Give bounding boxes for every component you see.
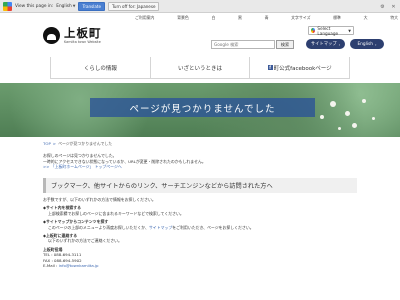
- select-language-dropdown[interactable]: Select Language ▼: [308, 25, 354, 36]
- nav-item-label: 町公式facebookページ: [273, 65, 332, 72]
- utility-label-fontsize: 文字サイズ: [291, 15, 311, 20]
- translate-bar: View this page in: English ▼ Translate T…: [0, 0, 400, 13]
- search-input[interactable]: Google 検索: [211, 40, 275, 49]
- sitemap-link[interactable]: サイトマップ: [149, 225, 172, 230]
- site-logo[interactable]: 上板町 Kamiita town Website: [43, 27, 102, 44]
- breadcrumb: TOP > ページが見つかりませんでした: [43, 141, 112, 147]
- page-title: ページが見つかりませんでした: [129, 103, 276, 115]
- flower-decoration: [362, 99, 366, 103]
- google-logo-icon: [3, 1, 12, 11]
- utility-size-large[interactable]: 大: [364, 15, 368, 21]
- logo-title: 上板町: [64, 26, 102, 40]
- hero-title-band: ページが見つかりませんでした: [90, 98, 315, 117]
- utility-label-bgcolor: 背景色: [177, 15, 189, 20]
- nav-item-label: くらしの情報: [83, 65, 117, 72]
- chevron-down-icon: ▼: [348, 28, 351, 33]
- flower-decoration: [330, 101, 336, 107]
- utility-link-guide[interactable]: ご利用案内: [135, 15, 154, 21]
- top-page-link[interactable]: トップページへ: [95, 164, 122, 169]
- flower-decoration: [338, 127, 341, 130]
- nav-item-label: いざというときは: [178, 65, 223, 72]
- breadcrumb-separator: >: [52, 141, 57, 146]
- breadcrumb-current: ページが見つかりませんでした: [58, 141, 113, 146]
- search-button[interactable]: 検索: [276, 40, 294, 49]
- utility-size-normal[interactable]: 標準: [333, 15, 341, 21]
- arrow-right-icon: ›: [338, 41, 341, 47]
- hero-banner: ページが見つかりませんでした: [0, 83, 400, 137]
- flower-decoration: [372, 117, 375, 120]
- utility-color-white[interactable]: 白: [211, 15, 215, 21]
- sitemap-text-before: このページの上部のメニューより再度お探しいただくか、: [48, 224, 149, 230]
- chevron-down-icon: ▼: [72, 4, 76, 8]
- nav-item-facebook[interactable]: f 町公式facebookページ: [249, 57, 351, 79]
- sitemap-text-after: をご利用いただき、ページをお探しください。: [172, 224, 254, 230]
- utility-color-black[interactable]: 黒: [238, 15, 242, 21]
- contact-email-link[interactable]: info@townkamiita.jp: [59, 263, 99, 268]
- main-nav: くらしの情報 いざというときは f 町公式facebookページ: [50, 57, 351, 79]
- nav-item-living[interactable]: くらしの情報: [50, 57, 150, 79]
- gear-icon[interactable]: ⚙: [378, 2, 387, 11]
- home-link[interactable]: 上板町ホームページ: [55, 164, 90, 169]
- flower-decoration: [345, 111, 350, 116]
- notice-heading: ブックマーク、他サイトからのリンク、サーチエンジンなどから訪問された方へ: [43, 178, 357, 193]
- translate-view-label: View this page in:: [15, 3, 54, 9]
- close-icon[interactable]: ✕: [389, 2, 398, 11]
- english-button[interactable]: English ›: [350, 39, 384, 49]
- translate-language-select[interactable]: English ▼: [56, 4, 75, 9]
- english-button-label: English: [357, 41, 373, 47]
- utility-size-xlarge[interactable]: 特大: [390, 15, 398, 21]
- arrow-right-icon: ›: [374, 41, 377, 47]
- town-emblem-icon: [43, 27, 60, 44]
- sitemap-button[interactable]: サイトマップ ›: [306, 39, 345, 49]
- nav-item-emergency[interactable]: いざというときは: [149, 57, 250, 79]
- sitemap-button-label: サイトマップ: [310, 42, 337, 47]
- contact-email-label: E-Mail :: [43, 263, 59, 269]
- google-icon: [311, 28, 316, 33]
- translate-language-value: English: [56, 3, 72, 9]
- turn-off-translate-button[interactable]: Turn off for: Japanese: [108, 1, 160, 11]
- logo-subtitle: Kamiita town Website: [64, 40, 101, 44]
- intro-text: お探しのページは見つかりませんでした。 一時的にアクセスできない状態になっている…: [43, 153, 363, 170]
- flower-decoration: [320, 115, 324, 119]
- utility-color-blue[interactable]: 青: [265, 15, 269, 21]
- utility-links: ご利用案内 背景色 白 黒 青 文字サイズ 標準 大 特大: [135, 15, 398, 21]
- breadcrumb-home[interactable]: TOP: [43, 141, 51, 147]
- select-language-label: Select Language: [317, 25, 339, 36]
- flower-decoration: [352, 123, 357, 128]
- facebook-icon: f: [267, 65, 273, 70]
- guidance-section: お手数ですが、以下のいずれかの方法で情報をお探しください。 ◆サイト内を検索する…: [43, 197, 363, 268]
- translate-button[interactable]: Translate: [78, 1, 106, 11]
